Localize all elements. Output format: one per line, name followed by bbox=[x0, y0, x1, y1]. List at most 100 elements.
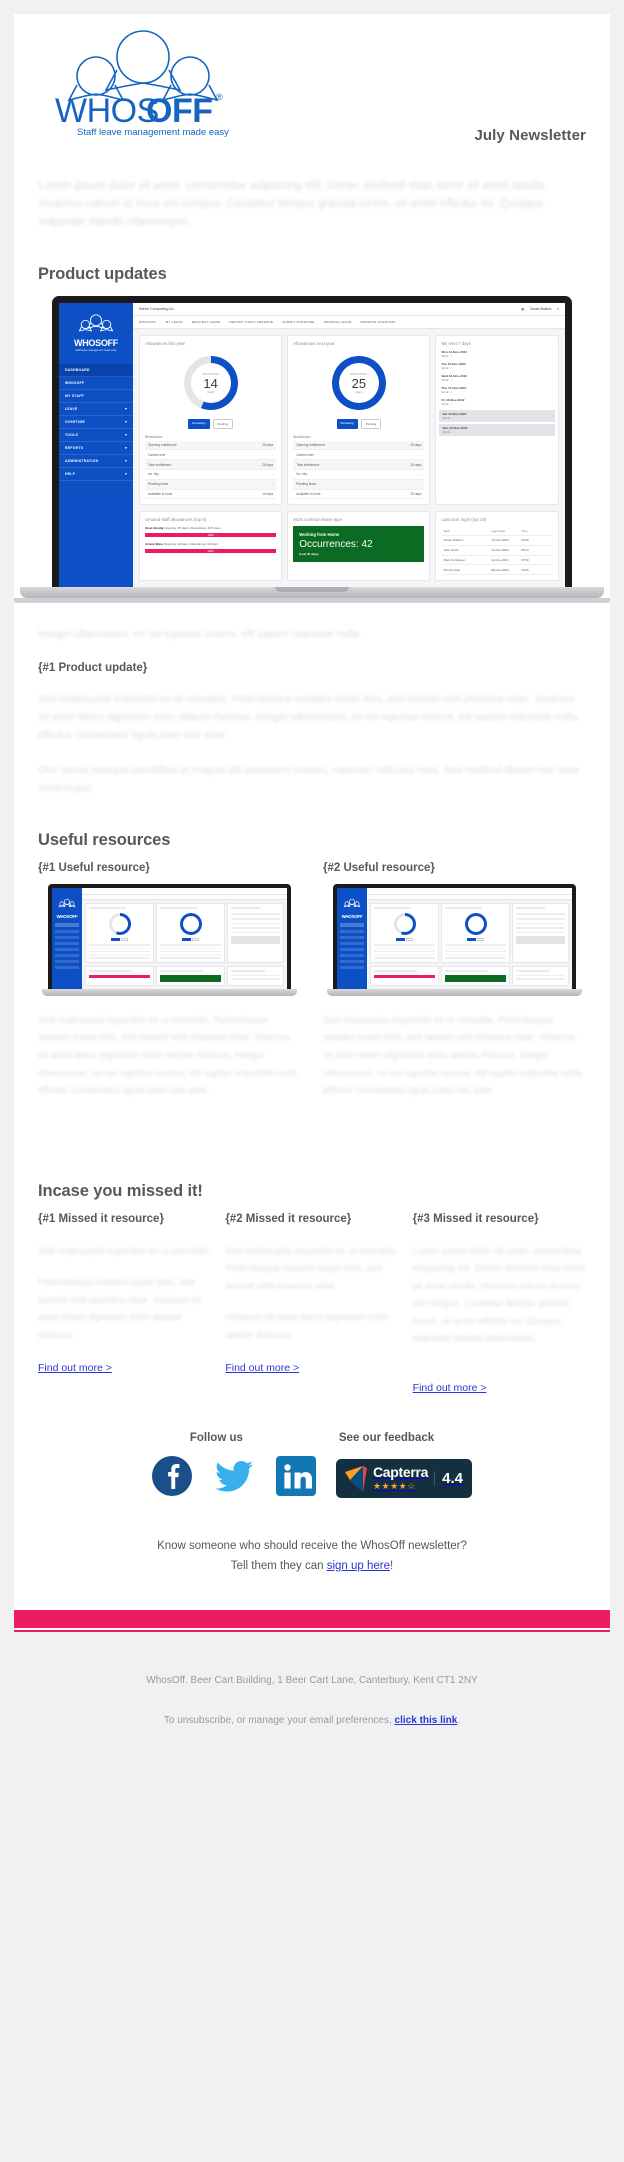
twitter-icon[interactable] bbox=[212, 1456, 256, 1501]
useful-resource-1-image[interactable]: WHOSOFF bbox=[38, 884, 301, 996]
card-next-7-days: My next 7 days Mon 14-Nov-2022 Work: ✓ Tu… bbox=[435, 335, 560, 506]
find-out-more-link-1[interactable]: Find out more > bbox=[38, 1362, 112, 1374]
missed-it-3-title: {#3 Missed it resource} bbox=[412, 1212, 539, 1225]
unsubscribe-prefix: To unsubscribe, or manage your email pre… bbox=[163, 1715, 395, 1727]
dashboard-nav-item[interactable]: DASHBOARD bbox=[59, 364, 133, 378]
dashboard-nav-item[interactable]: WHOSOFF bbox=[59, 377, 133, 391]
chevron-down-icon: ▾ bbox=[124, 433, 127, 438]
tab-pending-overtime[interactable]: PENDING OVERTIME bbox=[361, 320, 396, 324]
breakdown-label: Breakdown: bbox=[145, 434, 163, 439]
whosoff-dashboard-mock: WHOSOFF Staff leave management made easy… bbox=[59, 303, 565, 588]
staff-detail: Opening: 25 days | Remaining: 26.5 days bbox=[164, 526, 221, 531]
email-wrapper: WHOS OFF ® Staff leave management made e… bbox=[0, 0, 624, 1764]
legend-remaining[interactable]: Remaining bbox=[336, 419, 358, 429]
dashboard-user-area[interactable]: ▦ Susan Watkins ▾ bbox=[521, 307, 559, 311]
donut-unit: (days) bbox=[355, 390, 363, 394]
tab-submit-overtime[interactable]: SUBMIT OVERTIME bbox=[282, 320, 314, 324]
laptop-frame: WHOSOFF Staff leave management made easy… bbox=[52, 296, 572, 588]
breakdown-row: Carried over - bbox=[293, 450, 425, 461]
dashboard-card-row-1: Allowances this year REMAINING 14 (days) bbox=[133, 329, 565, 511]
dashboard-nav-item[interactable]: HELP ▾ bbox=[59, 468, 133, 482]
nav-label: WHOSOFF bbox=[65, 381, 85, 386]
bar-item-text: Knut Abodaj Opening: 25 days | Remaining… bbox=[145, 526, 276, 530]
whosoff-logo[interactable]: WHOS OFF ® Staff leave management made e… bbox=[38, 26, 253, 138]
dashboard-main: Kdrive Computing Ltd ▦ Susan Watkins ▾ W… bbox=[133, 303, 565, 588]
nav-label: ADMINISTRATION bbox=[65, 459, 99, 464]
dashboard-nav-item[interactable]: LEAVE ▾ bbox=[59, 403, 133, 417]
cell-time: 10:05 bbox=[521, 538, 529, 543]
follow-us-label: Follow us bbox=[189, 1432, 243, 1444]
breakdown-row: Opening entitlement 25 days bbox=[145, 440, 277, 451]
dashboard-nav-item[interactable]: REPORTS ▾ bbox=[59, 442, 133, 456]
cell-staff: Phil d'Cossa bbox=[443, 567, 461, 572]
sign-up-here-link[interactable]: sign up here bbox=[327, 1560, 390, 1572]
breakdown-row: Total entitlement 25 days bbox=[293, 460, 425, 470]
grid-icon[interactable]: ▦ bbox=[521, 307, 524, 311]
footer-unsubscribe: To unsubscribe, or manage your email pre… bbox=[24, 1708, 600, 1734]
intro-section: Lorem ipsum dolor sit amet, consectetur … bbox=[14, 178, 610, 231]
breakdown-row: inc. bky - bbox=[145, 470, 277, 480]
dashboard-logo: WHOSOFF Staff leave management made easy bbox=[59, 303, 133, 360]
tab-whosoff[interactable]: WHOSOFF bbox=[139, 320, 157, 324]
allowance-bar-item: Ariana Ware Opening: 10 days | Remaining… bbox=[145, 542, 277, 554]
chevron-down-icon[interactable]: ▾ bbox=[557, 307, 559, 311]
dashboard-nav-item[interactable]: TOOLS ▾ bbox=[59, 429, 133, 443]
row-value: - bbox=[420, 482, 422, 487]
chevron-down-icon: ▾ bbox=[124, 459, 127, 464]
dashboard-nav-item[interactable]: MY STAFF bbox=[59, 390, 133, 404]
legend-pills: Remaining Pending bbox=[145, 419, 276, 429]
bar-label: 100% bbox=[207, 533, 214, 537]
donut-value: 25 bbox=[351, 375, 367, 391]
cell-staff: Susan Watkins bbox=[443, 538, 464, 543]
find-out-more-link-2[interactable]: Find out more > bbox=[225, 1362, 299, 1374]
legend-remaining[interactable]: Remaining bbox=[188, 419, 210, 429]
cell-time: 15:50 bbox=[521, 558, 529, 563]
legend-pills: Remaining Pending bbox=[293, 419, 424, 429]
tab-pending-leave[interactable]: PENDING LEAVE bbox=[324, 320, 352, 324]
tab-request-leave[interactable]: REQUEST LEAVE bbox=[192, 320, 221, 324]
legend-pending[interactable]: Pending bbox=[360, 419, 382, 429]
chevron-down-icon: ▾ bbox=[124, 420, 127, 425]
product-update-body-2: Orci varius natoque penatibus et magnis … bbox=[38, 763, 580, 795]
legend-pending[interactable]: Pending bbox=[212, 419, 233, 429]
capterra-badge[interactable]: Capterra ★★★★☆ 4.4 bbox=[335, 1459, 473, 1498]
cell-date: 14-Nov-2022 bbox=[491, 548, 509, 553]
tab-report-staff-absence[interactable]: REPORT STAFF ABSENCE bbox=[230, 320, 274, 324]
row-value: 14 days bbox=[262, 491, 274, 496]
useful-resource-2-image[interactable]: WHOSOFF bbox=[323, 884, 586, 996]
breakdown-row: inc. bky - bbox=[293, 470, 425, 480]
donut-chart-wrapper: REMAINING 14 (days) bbox=[145, 350, 276, 414]
card-allowances-next-year: Allowances next year REMAINING 25 (days) bbox=[287, 335, 431, 506]
product-updates-heading: Product updates bbox=[38, 265, 167, 284]
row-value: 25 days bbox=[410, 462, 422, 467]
unsubscribe-link[interactable]: click this link bbox=[395, 1715, 458, 1726]
nav-label: MY STAFF bbox=[65, 394, 85, 399]
whosoff-logo-icon: WHOS OFF ® Staff leave management made e… bbox=[55, 30, 229, 138]
refer-line-1: Know someone who should receive the Whos… bbox=[157, 1540, 467, 1552]
svg-text:Staff leave management made ea: Staff leave management made easy bbox=[77, 127, 229, 138]
row-value: - bbox=[420, 452, 422, 457]
refer-prefix: Tell them they can bbox=[230, 1559, 327, 1572]
laptop-base bbox=[20, 587, 604, 599]
dashboard-nav: DASHBOARD WHOSOFF MY STAFF LEAVE ▾ OVERTI… bbox=[59, 364, 133, 482]
find-out-more-link-3[interactable]: Find out more > bbox=[413, 1382, 487, 1394]
dashboard-nav-item[interactable]: OVERTIME ▾ bbox=[59, 416, 133, 430]
laptop-screen: WHOSOFF Staff leave management made easy… bbox=[59, 303, 565, 588]
capterra-text: Capterra ★★★★☆ bbox=[373, 1465, 428, 1492]
table-row: Mark Tomkinson 11-Nov-2022 15:50 bbox=[441, 556, 554, 566]
tab-my-leave[interactable]: MY LEAVE bbox=[166, 320, 183, 324]
intro-paragraph: Lorem ipsum dolor sit amet, consectetur … bbox=[38, 180, 548, 228]
nav-label: OVERTIME bbox=[65, 420, 86, 425]
login-table-header: Staff Login date Time bbox=[441, 526, 554, 537]
leave-type-period: (Last 30 days) bbox=[299, 552, 319, 557]
card-title: Last user login (top 10) bbox=[441, 517, 487, 523]
missed-it-item-1: {#1 Missed it resource} Sed malesuada im… bbox=[38, 1213, 211, 1396]
missed-it-section: Incase you missed it! {#1 Missed it reso… bbox=[14, 1114, 610, 1396]
facebook-icon[interactable] bbox=[151, 1456, 192, 1501]
cell-date: 08-Nov-2022 bbox=[491, 567, 509, 572]
chevron-down-icon: ▾ bbox=[124, 446, 127, 451]
dashboard-user-name: Susan Watkins bbox=[530, 307, 552, 312]
linkedin-icon[interactable] bbox=[275, 1456, 316, 1501]
nav-label: TOOLS bbox=[65, 433, 79, 438]
dashboard-nav-item[interactable]: ADMINISTRATION ▾ bbox=[59, 455, 133, 469]
